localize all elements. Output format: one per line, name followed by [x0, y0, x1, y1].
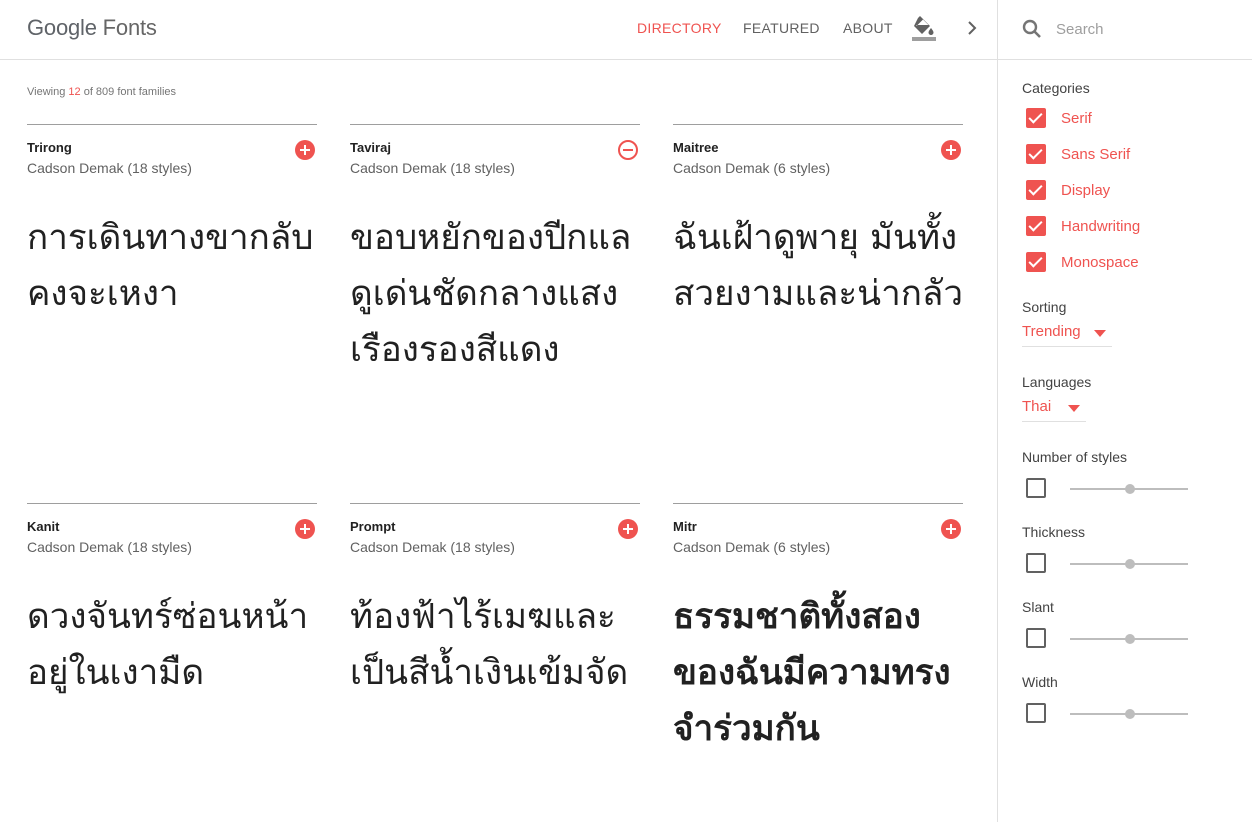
font-sample-text[interactable]: ท้องฟ้าไร้เมฆและเป็นสีน้ำเงินเข้มจัด — [350, 589, 642, 701]
slider-thumb[interactable] — [1125, 484, 1135, 494]
font-author: Cadson Demak (6 styles) — [673, 160, 831, 176]
nav-featured[interactable]: FEATURED — [743, 20, 820, 36]
font-card-prompt[interactable]: Prompt Cadson Demak (18 styles) ท้องฟ้าไ… — [350, 503, 640, 803]
font-card-maitree[interactable]: Maitree Cadson Demak (6 styles) ฉันเฝ้าด… — [673, 124, 963, 484]
font-author: Cadson Demak (18 styles) — [27, 539, 192, 555]
font-author: Cadson Demak (18 styles) — [350, 539, 515, 555]
nav-about[interactable]: ABOUT — [843, 20, 893, 36]
checkbox-checked-icon[interactable] — [1026, 180, 1046, 200]
summary-suffix: of 809 font families — [80, 86, 177, 98]
font-name[interactable]: Taviraj — [350, 140, 391, 155]
slant-slider[interactable] — [1070, 633, 1188, 645]
search-bar — [997, 0, 1252, 60]
checkbox-checked-icon[interactable] — [1026, 108, 1046, 128]
width-label: Width — [1022, 674, 1058, 690]
font-name[interactable]: Trirong — [27, 140, 72, 155]
checkbox-checked-icon[interactable] — [1026, 216, 1046, 236]
format-color-fill-icon[interactable] — [910, 14, 938, 42]
add-font-icon[interactable] — [618, 519, 638, 539]
add-font-icon[interactable] — [295, 519, 315, 539]
nav-directory[interactable]: DIRECTORY — [637, 20, 722, 36]
thickness-slider[interactable] — [1070, 558, 1188, 570]
font-sample-text[interactable]: ธรรมชาติทั้งสองของฉันมีความทรงจำร่วมกัน — [673, 589, 965, 757]
languages-value: Thai — [1022, 398, 1052, 415]
add-font-icon[interactable] — [941, 519, 961, 539]
number-of-styles-label: Number of styles — [1022, 449, 1128, 465]
slider-thumb[interactable] — [1125, 634, 1135, 644]
slant-checkbox[interactable] — [1026, 628, 1046, 648]
font-card-kanit[interactable]: Kanit Cadson Demak (18 styles) ดวงจันทร์… — [27, 503, 317, 803]
font-card-mitr[interactable]: Mitr Cadson Demak (6 styles) ธรรมชาติทั้… — [673, 503, 963, 803]
categories-label: Categories — [1022, 80, 1090, 96]
font-sample-text[interactable]: การเดินทางขากลับคงจะเหงา — [27, 210, 319, 322]
category-label: Monospace — [1061, 253, 1139, 271]
category-label: Display — [1061, 181, 1111, 199]
languages-select[interactable]: Thai — [1022, 394, 1086, 422]
summary-prefix: Viewing — [27, 86, 69, 98]
dropdown-arrow-icon — [1094, 330, 1106, 337]
number-of-styles-slider[interactable] — [1070, 483, 1188, 495]
filter-sidebar: Categories Serif Sans Serif Display Hand… — [997, 60, 1252, 822]
width-checkbox[interactable] — [1026, 703, 1046, 723]
font-author: Cadson Demak (6 styles) — [673, 539, 831, 555]
category-sans-serif[interactable]: Sans Serif — [1026, 143, 1130, 165]
thickness-label: Thickness — [1022, 524, 1086, 540]
font-author: Cadson Demak (18 styles) — [27, 160, 192, 176]
thickness-checkbox[interactable] — [1026, 553, 1046, 573]
font-author: Cadson Demak (18 styles) — [350, 160, 515, 176]
font-sample-text[interactable]: ขอบหยักของปีกแลดูเด่นชัดกลางแสงเรืองรองส… — [350, 210, 642, 378]
sorting-select[interactable]: Trending — [1022, 319, 1112, 347]
category-display[interactable]: Display — [1026, 179, 1110, 201]
google-fonts-logo[interactable]: Google Fonts — [27, 15, 157, 41]
dropdown-arrow-icon — [1068, 405, 1080, 412]
slider-thumb[interactable] — [1125, 559, 1135, 569]
category-label: Handwriting — [1061, 217, 1141, 235]
top-bar: Google Fonts DIRECTORY FEATURED ABOUT — [0, 0, 997, 60]
logo-fonts-text: Fonts — [102, 15, 157, 40]
results-summary: Viewing 12 of 809 font families — [27, 86, 176, 98]
font-sample-text[interactable]: ฉันเฝ้าดูพายุ มันทั้งสวยงามและน่ากลัว — [673, 210, 965, 322]
checkbox-checked-icon[interactable] — [1026, 252, 1046, 272]
languages-label: Languages — [1022, 374, 1092, 390]
font-name[interactable]: Kanit — [27, 519, 60, 534]
width-slider[interactable] — [1070, 708, 1188, 720]
number-of-styles-checkbox[interactable] — [1026, 478, 1046, 498]
category-serif[interactable]: Serif — [1026, 107, 1092, 129]
sorting-value: Trending — [1022, 323, 1081, 340]
remove-font-icon[interactable] — [618, 140, 638, 160]
category-label: Serif — [1061, 109, 1092, 127]
add-font-icon[interactable] — [941, 140, 961, 160]
font-card-taviraj[interactable]: Taviraj Cadson Demak (18 styles) ขอบหยัก… — [350, 124, 640, 484]
font-name[interactable]: Prompt — [350, 519, 396, 534]
slider-thumb[interactable] — [1125, 709, 1135, 719]
font-sample-text[interactable]: ดวงจันทร์ซ่อนหน้าอยู่ในเงามืด — [27, 589, 319, 701]
font-name[interactable]: Mitr — [673, 519, 697, 534]
chevron-right-icon[interactable] — [962, 17, 982, 39]
category-handwriting[interactable]: Handwriting — [1026, 215, 1140, 237]
search-icon — [1022, 19, 1041, 38]
checkbox-checked-icon[interactable] — [1026, 144, 1046, 164]
category-label: Sans Serif — [1061, 145, 1131, 163]
search-input[interactable] — [1056, 17, 1236, 41]
font-card-trirong[interactable]: Trirong Cadson Demak (18 styles) การเดิน… — [27, 124, 317, 484]
slant-label: Slant — [1022, 599, 1054, 615]
font-name[interactable]: Maitree — [673, 140, 719, 155]
sorting-label: Sorting — [1022, 299, 1067, 315]
category-monospace[interactable]: Monospace — [1026, 251, 1139, 273]
summary-count: 12 — [68, 86, 81, 98]
add-font-icon[interactable] — [295, 140, 315, 160]
logo-google-text: Google — [27, 15, 97, 40]
